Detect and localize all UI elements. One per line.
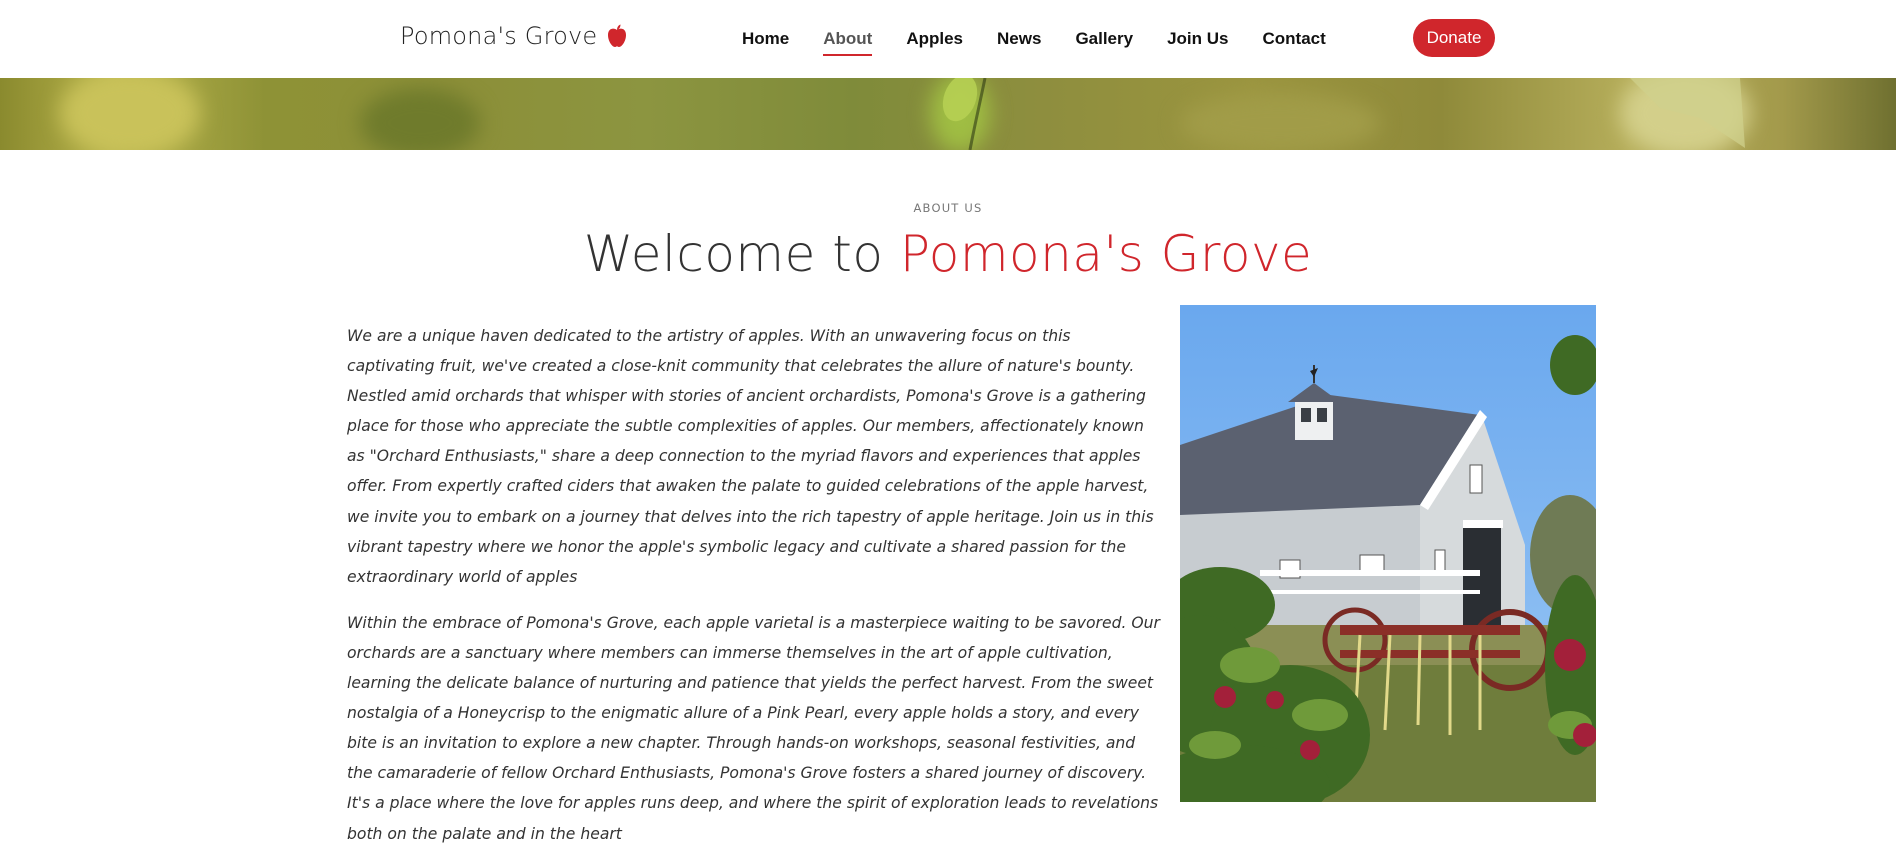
section-eyebrow: ABOUT US: [913, 201, 983, 215]
banner-stem: [942, 78, 1745, 150]
barn-orchard-photo: [1180, 305, 1596, 802]
main-nav: Home About Apples News Gallery Join Us C…: [742, 0, 1360, 78]
nav-join-us[interactable]: Join Us: [1167, 0, 1228, 78]
nav-apples[interactable]: Apples: [906, 0, 963, 78]
donate-button[interactable]: Donate: [1413, 19, 1495, 57]
site-header: Pomona's Grove Home About Apples News Ga…: [0, 0, 1896, 78]
about-text: We are a unique haven dedicated to the a…: [347, 321, 1162, 843]
nav-home[interactable]: Home: [742, 0, 789, 78]
nav-gallery[interactable]: Gallery: [1075, 0, 1133, 78]
site-logo[interactable]: Pomona's Grove: [400, 22, 629, 50]
nav-contact[interactable]: Contact: [1263, 0, 1326, 78]
about-paragraph: Within the embrace of Pomona's Grove, ea…: [347, 613, 1160, 843]
logo-text: Pomona's Grove: [400, 22, 598, 50]
page-title: Welcome to Pomona's Grove: [0, 220, 1896, 288]
title-prefix: Welcome to: [583, 225, 900, 283]
nav-news[interactable]: News: [997, 0, 1041, 78]
about-paragraph: We are a unique haven dedicated to the a…: [347, 327, 1154, 586]
hero-banner-image: [0, 78, 1896, 150]
title-accent: Pomona's Grove: [899, 225, 1313, 283]
apple-icon: [605, 23, 629, 49]
nav-about[interactable]: About: [823, 0, 873, 78]
